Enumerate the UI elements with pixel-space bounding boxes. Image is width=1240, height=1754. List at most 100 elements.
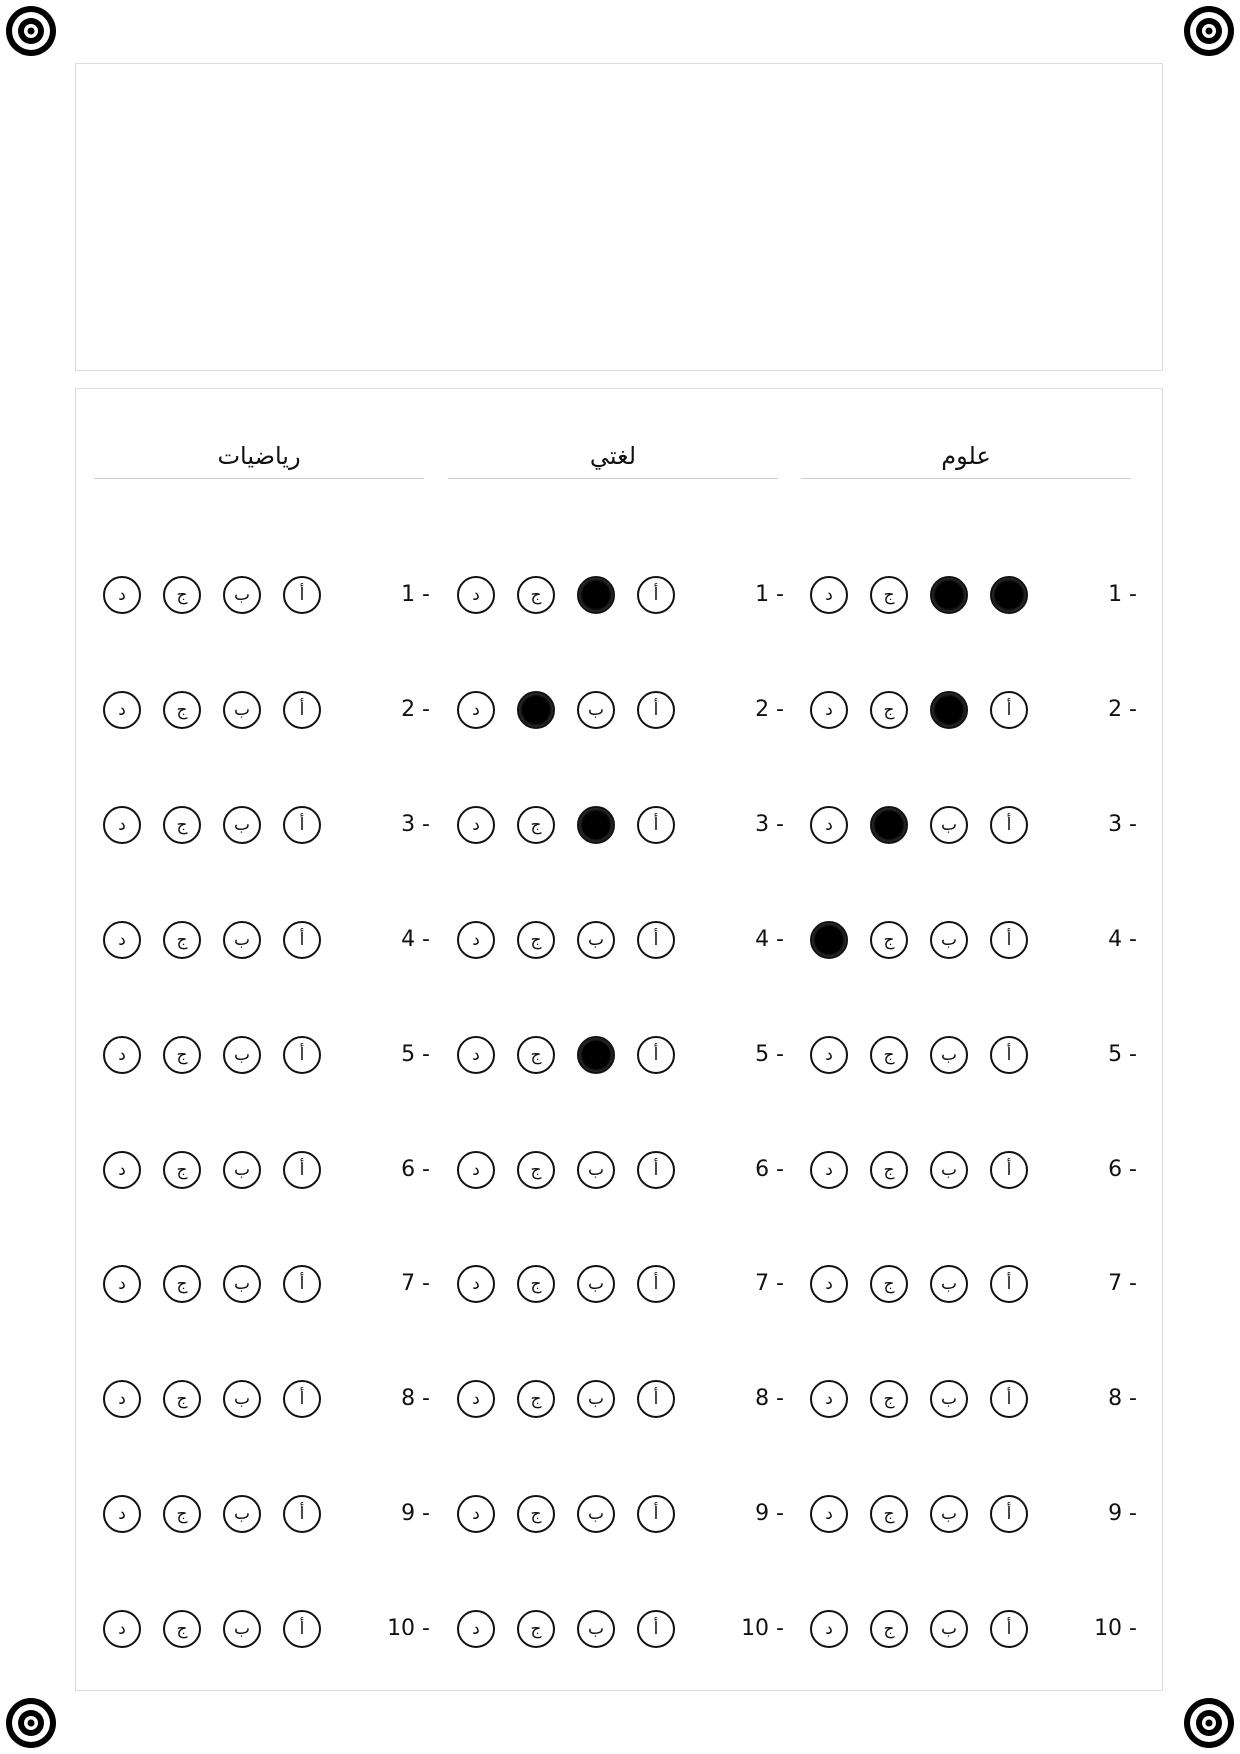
answer-bubble-option-1[interactable]: ب: [577, 576, 615, 614]
answer-bubble-option-2[interactable]: ج: [517, 1380, 555, 1418]
answer-bubble-option-3[interactable]: د: [810, 1495, 848, 1533]
answer-bubble-option-0[interactable]: أ: [990, 1380, 1028, 1418]
answer-bubble-option-2[interactable]: ج: [517, 1495, 555, 1533]
answer-bubble-option-3[interactable]: د: [810, 1380, 848, 1418]
answer-bubble-option-1[interactable]: ب: [930, 1151, 968, 1189]
answer-bubble-option-2[interactable]: ج: [517, 576, 555, 614]
answer-bubble-option-2[interactable]: ج: [870, 1495, 908, 1533]
answer-bubble-option-0[interactable]: أ: [990, 1036, 1028, 1074]
answer-bubble-option-2[interactable]: ج: [870, 806, 908, 844]
answer-bubble-option-0[interactable]: أ: [637, 691, 675, 729]
answer-bubble-option-1[interactable]: ب: [930, 1610, 968, 1648]
answer-bubble-option-1[interactable]: ب: [930, 1036, 968, 1074]
answer-bubble-option-0[interactable]: أ: [637, 1151, 675, 1189]
answer-bubble-option-1[interactable]: ب: [223, 1151, 261, 1189]
answer-bubble-option-3[interactable]: د: [103, 691, 141, 729]
answer-bubble-option-1[interactable]: ب: [577, 1380, 615, 1418]
answer-bubble-option-0[interactable]: أ: [637, 1610, 675, 1648]
answer-bubble-option-2[interactable]: ج: [163, 1380, 201, 1418]
answer-bubble-option-1[interactable]: ب: [930, 1495, 968, 1533]
answer-bubble-option-1[interactable]: ب: [930, 806, 968, 844]
answer-bubble-option-3[interactable]: د: [810, 1610, 848, 1648]
answer-bubble-option-0[interactable]: أ: [283, 1036, 321, 1074]
answer-bubble-option-3[interactable]: د: [457, 921, 495, 959]
answer-bubble-option-2[interactable]: ج: [870, 576, 908, 614]
answer-bubble-option-2[interactable]: ج: [163, 1265, 201, 1303]
answer-bubble-option-0[interactable]: أ: [283, 1151, 321, 1189]
answer-bubble-option-0[interactable]: أ: [283, 1610, 321, 1648]
answer-bubble-option-2[interactable]: ج: [517, 1265, 555, 1303]
answer-bubble-option-3[interactable]: د: [103, 1151, 141, 1189]
answer-bubble-option-3[interactable]: د: [810, 691, 848, 729]
answer-bubble-option-3[interactable]: د: [103, 1380, 141, 1418]
answer-bubble-option-1[interactable]: ب: [223, 1495, 261, 1533]
answer-bubble-option-1[interactable]: ب: [577, 921, 615, 959]
answer-bubble-option-1[interactable]: ب: [223, 1265, 261, 1303]
answer-bubble-option-3[interactable]: د: [810, 1151, 848, 1189]
answer-bubble-option-1[interactable]: ب: [577, 1151, 615, 1189]
answer-bubble-option-0[interactable]: أ: [283, 1380, 321, 1418]
answer-bubble-option-1[interactable]: ب: [577, 806, 615, 844]
answer-bubble-option-3[interactable]: د: [457, 1036, 495, 1074]
answer-bubble-option-2[interactable]: ج: [870, 691, 908, 729]
answer-bubble-option-2[interactable]: ج: [870, 921, 908, 959]
answer-bubble-option-3[interactable]: د: [103, 806, 141, 844]
answer-bubble-option-1[interactable]: ب: [223, 1380, 261, 1418]
answer-bubble-option-2[interactable]: ج: [163, 1151, 201, 1189]
answer-bubble-option-1[interactable]: ب: [577, 1495, 615, 1533]
answer-bubble-option-2[interactable]: ج: [870, 1151, 908, 1189]
answer-bubble-option-1[interactable]: ب: [577, 1036, 615, 1074]
answer-bubble-option-2[interactable]: ج: [870, 1380, 908, 1418]
answer-bubble-option-1[interactable]: ب: [577, 1610, 615, 1648]
answer-bubble-option-0[interactable]: أ: [283, 1495, 321, 1533]
answer-bubble-option-0[interactable]: أ: [283, 691, 321, 729]
answer-bubble-option-0[interactable]: أ: [990, 1610, 1028, 1648]
answer-bubble-option-3[interactable]: د: [457, 1610, 495, 1648]
answer-bubble-option-1[interactable]: ب: [223, 1610, 261, 1648]
answer-bubble-option-2[interactable]: ج: [163, 806, 201, 844]
answer-bubble-option-2[interactable]: ج: [517, 1036, 555, 1074]
answer-bubble-option-2[interactable]: ج: [163, 1495, 201, 1533]
answer-bubble-option-1[interactable]: ب: [930, 921, 968, 959]
answer-bubble-option-0[interactable]: أ: [990, 921, 1028, 959]
answer-bubble-option-0[interactable]: أ: [637, 1036, 675, 1074]
answer-bubble-option-0[interactable]: أ: [990, 576, 1028, 614]
answer-bubble-option-2[interactable]: ج: [517, 806, 555, 844]
answer-bubble-option-3[interactable]: د: [103, 1265, 141, 1303]
answer-bubble-option-1[interactable]: ب: [930, 1265, 968, 1303]
answer-bubble-option-2[interactable]: ج: [517, 921, 555, 959]
answer-bubble-option-0[interactable]: أ: [637, 1495, 675, 1533]
answer-bubble-option-3[interactable]: د: [103, 1495, 141, 1533]
answer-bubble-option-3[interactable]: د: [103, 1036, 141, 1074]
answer-bubble-option-3[interactable]: د: [457, 1151, 495, 1189]
answer-bubble-option-3[interactable]: د: [810, 1036, 848, 1074]
answer-bubble-option-1[interactable]: ب: [930, 691, 968, 729]
answer-bubble-option-2[interactable]: ج: [870, 1265, 908, 1303]
answer-bubble-option-1[interactable]: ب: [930, 1380, 968, 1418]
answer-bubble-option-3[interactable]: د: [810, 921, 848, 959]
answer-bubble-option-1[interactable]: ب: [930, 576, 968, 614]
answer-bubble-option-0[interactable]: أ: [637, 921, 675, 959]
answer-bubble-option-2[interactable]: ج: [517, 691, 555, 729]
answer-bubble-option-3[interactable]: د: [810, 1265, 848, 1303]
answer-bubble-option-2[interactable]: ج: [163, 576, 201, 614]
answer-bubble-option-1[interactable]: ب: [223, 921, 261, 959]
answer-bubble-option-0[interactable]: أ: [283, 1265, 321, 1303]
answer-bubble-option-1[interactable]: ب: [223, 576, 261, 614]
answer-bubble-option-1[interactable]: ب: [577, 1265, 615, 1303]
answer-bubble-option-0[interactable]: أ: [990, 1151, 1028, 1189]
answer-bubble-option-3[interactable]: د: [810, 576, 848, 614]
answer-bubble-option-1[interactable]: ب: [223, 691, 261, 729]
answer-bubble-option-2[interactable]: ج: [163, 1610, 201, 1648]
answer-bubble-option-0[interactable]: أ: [637, 806, 675, 844]
answer-bubble-option-3[interactable]: د: [457, 1380, 495, 1418]
answer-bubble-option-0[interactable]: أ: [637, 576, 675, 614]
answer-bubble-option-3[interactable]: د: [457, 576, 495, 614]
answer-bubble-option-2[interactable]: ج: [517, 1151, 555, 1189]
answer-bubble-option-0[interactable]: أ: [283, 806, 321, 844]
answer-bubble-option-3[interactable]: د: [103, 921, 141, 959]
answer-bubble-option-0[interactable]: أ: [283, 576, 321, 614]
answer-bubble-option-3[interactable]: د: [457, 806, 495, 844]
answer-bubble-option-1[interactable]: ب: [223, 806, 261, 844]
answer-bubble-option-2[interactable]: ج: [163, 921, 201, 959]
